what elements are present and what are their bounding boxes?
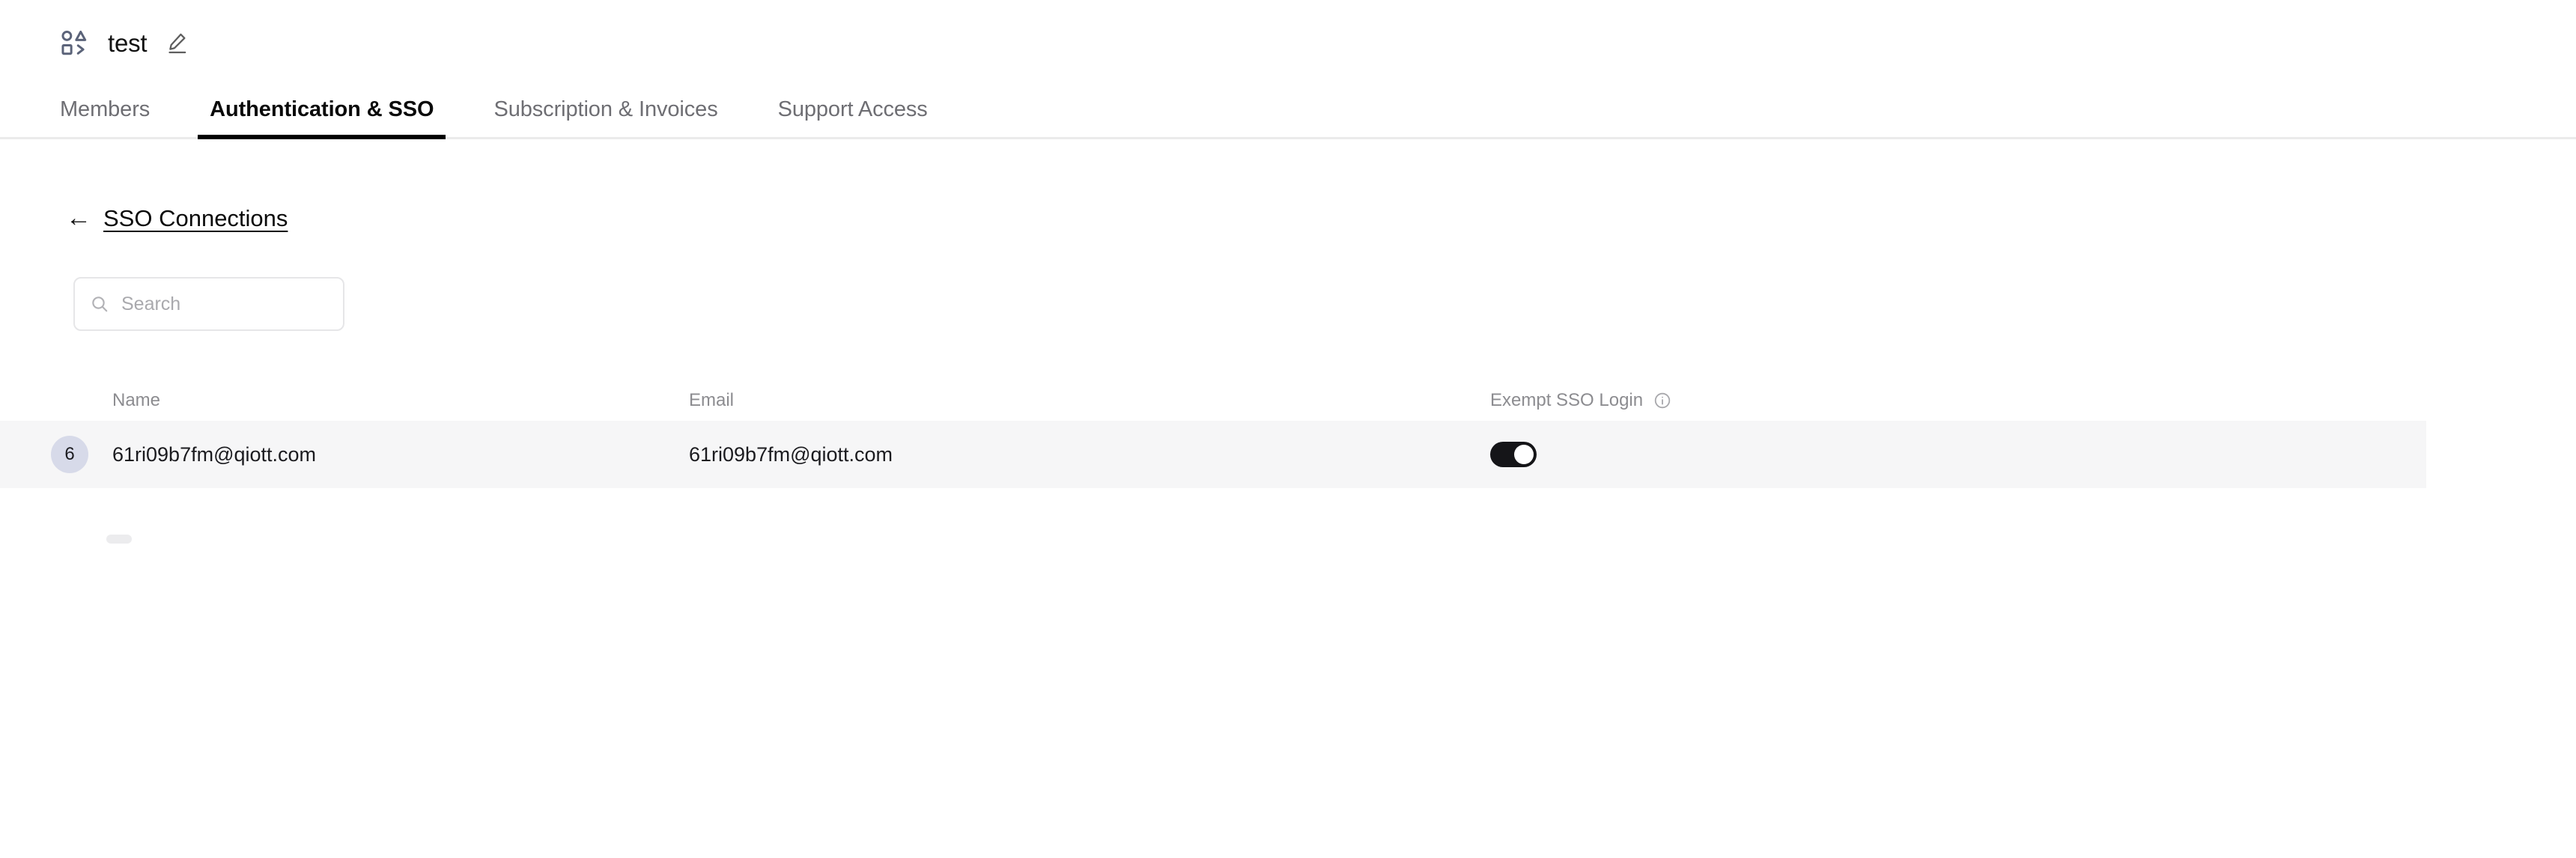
tab-support-access[interactable]: Support Access [778,99,928,137]
table-header-row: Name Email Exempt SSO Login [0,380,2426,421]
toggle-knob [1514,445,1534,464]
column-header-exempt-sso-login: Exempt SSO Login [1490,392,1790,410]
tab-bar: Members Authentication & SSO Subscriptio… [0,85,2576,139]
member-email: 61ri09b7fm@qiott.com [689,442,893,466]
pencil-edit-icon[interactable] [165,30,190,55]
table-row[interactable]: 6 61ri09b7fm@qiott.com 61ri09b7fm@qiott.… [0,421,2426,488]
member-name: 61ri09b7fm@qiott.com [112,442,317,466]
info-circle-icon[interactable] [1653,392,1671,410]
sso-members-table: Name Email Exempt SSO Login 6 61ri09b7fm… [0,380,2426,488]
back-link-label: SSO Connections [103,204,288,231]
column-header-exempt-sso-login-label: Exempt SSO Login [1490,390,1644,410]
shapes-grid-icon [61,30,87,55]
cell-exempt-sso-login [1490,442,1790,467]
table-footer-placeholder [0,535,2576,544]
page-title: test [108,28,148,57]
cell-name: 6 61ri09b7fm@qiott.com [51,436,689,473]
search-icon [92,296,108,312]
tab-members[interactable]: Members [60,99,150,137]
exempt-sso-login-toggle[interactable] [1490,442,1537,467]
loading-placeholder-pill [106,535,132,544]
search-box[interactable] [73,277,362,331]
app-header: test [0,0,2576,85]
back-arrow-icon: ← [66,204,91,232]
column-header-name: Name [112,390,161,410]
tab-subscription-invoices[interactable]: Subscription & Invoices [493,99,717,137]
page-content: ← SSO Connections Name Email Exempt SSO … [0,205,2576,544]
tab-authentication-sso[interactable]: Authentication & SSO [198,99,446,139]
column-header-email: Email [689,390,735,410]
cell-email: 61ri09b7fm@qiott.com [689,442,1490,466]
avatar: 6 [51,436,88,473]
search-input[interactable] [121,293,362,315]
back-to-sso-connections-link[interactable]: ← SSO Connections [0,205,288,231]
